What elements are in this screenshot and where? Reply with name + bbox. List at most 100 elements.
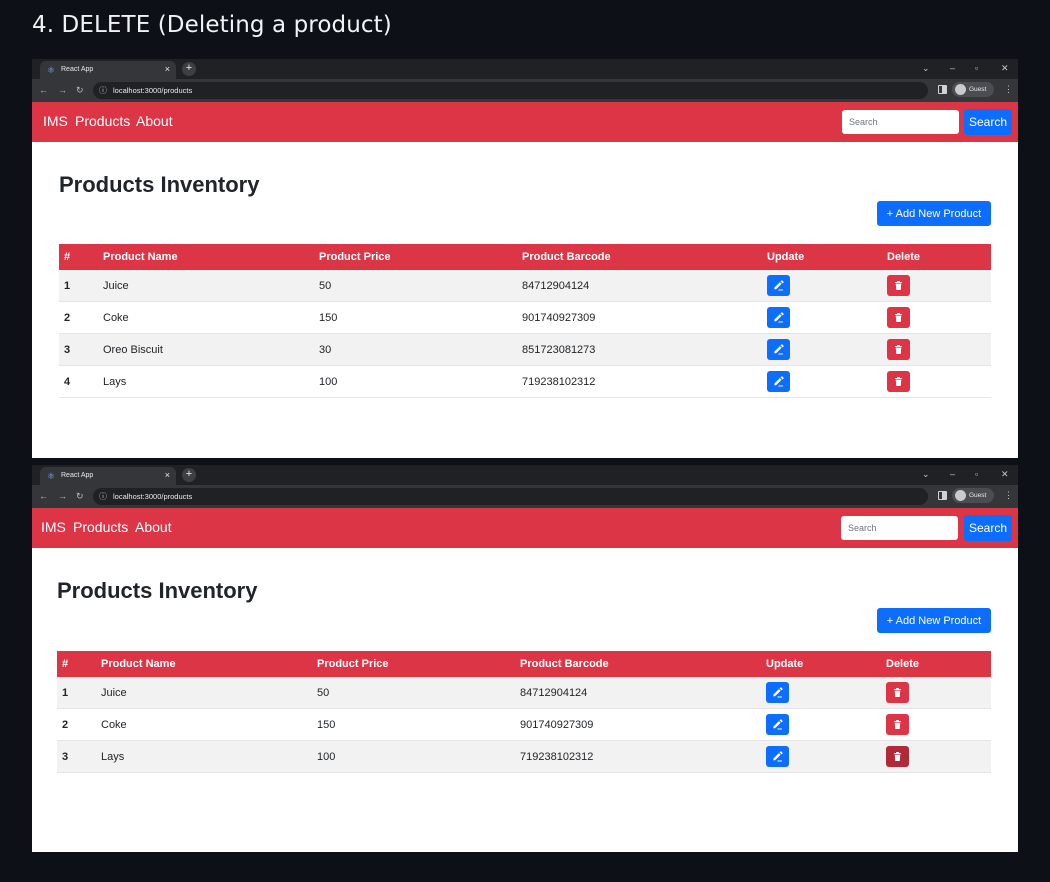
browser-tab[interactable]: ⚛ React App ×	[40, 467, 176, 485]
header-barcode: Product Barcode	[517, 244, 762, 270]
cell-price: 30	[314, 333, 517, 366]
browser-window-after: ⚛ React App × + ⌄ – ▫ ✕ ← → ↻ ⓘ localhos…	[32, 465, 1018, 852]
close-window-icon[interactable]: ✕	[1001, 62, 1009, 74]
cell-product-name: Coke	[96, 708, 312, 741]
products-table: # Product Name Product Price Product Bar…	[59, 244, 991, 398]
back-icon[interactable]: ←	[39, 490, 48, 502]
new-tab-button[interactable]: +	[182, 468, 196, 482]
profile-button[interactable]: Guest	[952, 82, 994, 97]
edit-button[interactable]	[766, 714, 789, 735]
nav-about[interactable]: About	[135, 519, 172, 536]
profile-button[interactable]: Guest	[952, 488, 994, 503]
url-text: localhost:3000/products	[113, 492, 193, 501]
tab-strip: ⚛ React App × + ⌄ – ▫ ✕	[32, 59, 1018, 79]
cell-barcode: 719238102312	[517, 365, 762, 398]
edit-button[interactable]	[767, 339, 790, 360]
delete-button[interactable]	[886, 682, 909, 703]
add-product-button[interactable]: + Add New Product	[877, 608, 991, 633]
profile-label: Guest	[969, 86, 987, 93]
close-window-icon[interactable]: ✕	[1001, 468, 1009, 480]
table-header-row: # Product Name Product Price Product Bar…	[59, 244, 991, 270]
table-row: 1 Juice 50 84712904124	[59, 270, 991, 302]
forward-icon[interactable]: →	[58, 84, 67, 96]
browser-menu-icon[interactable]: ⋮	[1004, 83, 1013, 95]
edit-button[interactable]	[766, 746, 789, 767]
restore-icon[interactable]: ▫	[975, 62, 978, 74]
search-input[interactable]	[841, 516, 958, 540]
tab-search-icon[interactable]: ⌄	[922, 468, 930, 480]
edit-button[interactable]	[767, 275, 790, 296]
edit-button[interactable]	[766, 682, 789, 703]
cell-num: 4	[59, 365, 98, 398]
nav-brand[interactable]: IMS	[41, 519, 66, 536]
header-name: Product Name	[96, 651, 312, 677]
cell-num: 2	[59, 301, 98, 334]
delete-button[interactable]	[886, 746, 909, 767]
search-button[interactable]: Search	[964, 109, 1012, 135]
header-price: Product Price	[312, 651, 515, 677]
add-product-button[interactable]: + Add New Product	[877, 201, 991, 226]
avatar	[955, 490, 966, 501]
cell-price: 100	[314, 365, 517, 398]
side-panel-icon[interactable]	[938, 85, 947, 94]
search-input[interactable]	[842, 110, 959, 134]
cell-barcode: 851723081273	[517, 333, 762, 366]
table-header-row: # Product Name Product Price Product Bar…	[57, 651, 991, 677]
cell-product-name: Oreo Biscuit	[98, 333, 314, 366]
url-bar[interactable]: ⓘ localhost:3000/products	[93, 82, 928, 99]
delete-button[interactable]	[887, 307, 910, 328]
browser-window-before: ⚛ React App × + ⌄ – ▫ ✕ ← → ↻ ⓘ localhos…	[32, 59, 1018, 458]
cell-delete	[882, 270, 991, 302]
address-bar-row: ← → ↻ ⓘ localhost:3000/products Guest ⋮	[32, 485, 1018, 508]
site-info-icon[interactable]: ⓘ	[99, 85, 107, 96]
delete-button[interactable]	[887, 339, 910, 360]
cell-num: 2	[57, 708, 96, 741]
tab-search-icon[interactable]: ⌄	[922, 62, 930, 74]
nav-brand[interactable]: IMS	[43, 113, 68, 130]
delete-button[interactable]	[886, 714, 909, 735]
minimize-icon[interactable]: –	[950, 62, 955, 74]
new-tab-button[interactable]: +	[182, 62, 196, 76]
cell-update	[762, 270, 882, 302]
cell-product-name: Lays	[98, 365, 314, 398]
app-navbar: IMS Products About Search	[32, 102, 1018, 142]
reload-icon[interactable]: ↻	[76, 490, 84, 502]
edit-button[interactable]	[767, 371, 790, 392]
cell-product-name: Juice	[98, 270, 314, 302]
back-icon[interactable]: ←	[39, 84, 48, 96]
tab-title: React App	[61, 472, 94, 479]
forward-icon[interactable]: →	[58, 490, 67, 502]
url-bar[interactable]: ⓘ localhost:3000/products	[93, 488, 928, 505]
react-icon: ⚛	[47, 65, 56, 75]
edit-button[interactable]	[767, 307, 790, 328]
browser-menu-icon[interactable]: ⋮	[1004, 489, 1013, 501]
cell-barcode: 84712904124	[517, 270, 762, 302]
search-button[interactable]: Search	[964, 515, 1012, 541]
restore-icon[interactable]: ▫	[975, 468, 978, 480]
cell-update	[761, 740, 881, 773]
site-info-icon[interactable]: ⓘ	[99, 491, 107, 502]
close-tab-icon[interactable]: ×	[165, 470, 170, 481]
page-title: Products Inventory	[59, 172, 260, 197]
address-bar-row: ← → ↻ ⓘ localhost:3000/products Guest ⋮	[32, 79, 1018, 102]
tab-strip: ⚛ React App × + ⌄ – ▫ ✕	[32, 465, 1018, 485]
delete-button[interactable]	[887, 275, 910, 296]
table-row: 2 Coke 150 901740927309	[59, 301, 991, 334]
minimize-icon[interactable]: –	[950, 468, 955, 480]
nav-products[interactable]: Products	[75, 113, 130, 130]
app-navbar: IMS Products About Search	[32, 508, 1018, 548]
header-update: Update	[761, 651, 881, 677]
cell-num: 3	[57, 740, 96, 773]
delete-button[interactable]	[887, 371, 910, 392]
products-table: # Product Name Product Price Product Bar…	[57, 651, 991, 773]
cell-delete	[882, 301, 991, 334]
nav-about[interactable]: About	[136, 113, 173, 130]
browser-tab[interactable]: ⚛ React App ×	[40, 61, 176, 79]
cell-price: 100	[312, 740, 515, 773]
reload-icon[interactable]: ↻	[76, 84, 84, 96]
cell-price: 50	[314, 270, 517, 302]
side-panel-icon[interactable]	[938, 491, 947, 500]
nav-products[interactable]: Products	[73, 519, 128, 536]
header-num: #	[57, 651, 96, 677]
close-tab-icon[interactable]: ×	[165, 64, 170, 75]
